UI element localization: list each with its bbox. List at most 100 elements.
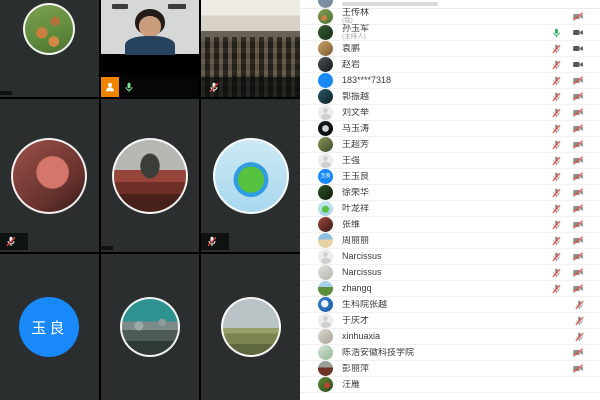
camera-toggle[interactable] xyxy=(571,363,585,374)
mic-toggle[interactable] xyxy=(574,331,585,343)
participant-name: 王玉良 xyxy=(342,172,551,181)
participant-row[interactable]: 周丽丽 xyxy=(300,233,600,249)
participant-status-icons xyxy=(551,203,585,215)
camera-off-icon xyxy=(571,267,585,278)
mic-muted-icon xyxy=(208,81,220,94)
mic-toggle[interactable] xyxy=(551,27,562,39)
camera-toggle[interactable] xyxy=(571,283,585,294)
participant-row[interactable]: 王超芳 xyxy=(300,137,600,153)
camera-toggle[interactable] xyxy=(571,43,585,54)
camera-toggle[interactable] xyxy=(571,171,585,182)
camera-toggle[interactable] xyxy=(571,347,585,358)
participant-status-icons xyxy=(551,171,585,183)
participant-status-icons xyxy=(574,299,585,311)
video-tile[interactable] xyxy=(101,254,200,400)
participant-list[interactable]: 王传林(我) 孙玉军(主持人) 袁鹏 赵岩 183****7318 xyxy=(300,0,600,400)
participant-name: 183****7318 xyxy=(342,76,551,85)
participant-row[interactable]: Narcissus xyxy=(300,265,600,281)
video-tile[interactable] xyxy=(0,99,99,252)
camera-toggle[interactable] xyxy=(571,107,585,118)
video-tile[interactable] xyxy=(201,254,300,400)
participant-row[interactable]: 刘文举 xyxy=(300,105,600,121)
participant-avatar xyxy=(318,313,333,328)
camera-toggle[interactable] xyxy=(571,235,585,246)
mic-toggle[interactable] xyxy=(551,267,562,279)
camera-toggle[interactable] xyxy=(571,139,585,150)
participant-status-icons xyxy=(551,27,585,39)
camera-toggle[interactable] xyxy=(571,155,585,166)
mic-toggle[interactable] xyxy=(574,299,585,311)
participant-name: 徐荣华 xyxy=(342,188,551,197)
mic-toggle[interactable] xyxy=(551,59,562,71)
participant-row[interactable]: 袁鹏 xyxy=(300,41,600,57)
camera-off-icon xyxy=(571,347,585,358)
mic-toggle[interactable] xyxy=(551,43,562,55)
mic-toggle[interactable] xyxy=(551,75,562,87)
tile-avatar xyxy=(120,297,180,357)
participant-row[interactable]: 马玉涛 xyxy=(300,121,600,137)
camera-toggle[interactable] xyxy=(571,219,585,230)
participant-row[interactable]: 183****7318 xyxy=(300,73,600,89)
mic-toggle[interactable] xyxy=(551,203,562,215)
camera-toggle[interactable] xyxy=(571,123,585,134)
mic-muted-icon xyxy=(5,235,17,248)
participant-row[interactable]: 王传林(我) xyxy=(300,9,600,25)
mic-toggle[interactable] xyxy=(551,107,562,119)
mic-toggle[interactable] xyxy=(551,283,562,295)
mic-toggle[interactable] xyxy=(551,187,562,199)
camera-toggle[interactable] xyxy=(571,187,585,198)
participant-row[interactable]: 于庆才 xyxy=(300,313,600,329)
mic-muted-icon xyxy=(551,91,562,103)
camera-toggle[interactable] xyxy=(571,91,585,102)
participant-row[interactable]: 徐荣华 xyxy=(300,185,600,201)
mic-toggle[interactable] xyxy=(551,155,562,167)
mic-toggle[interactable] xyxy=(551,235,562,247)
camera-toggle[interactable] xyxy=(571,11,585,22)
mic-toggle[interactable] xyxy=(551,171,562,183)
video-tile[interactable] xyxy=(101,0,200,97)
tile-name-label xyxy=(101,77,200,97)
mic-toggle[interactable] xyxy=(551,251,562,263)
participant-row[interactable]: 赵岩 xyxy=(300,57,600,73)
participant-name: 赵岩 xyxy=(342,60,551,69)
video-grid: 玉良 xyxy=(0,0,300,400)
participant-row[interactable]: 玉良王玉良 xyxy=(300,169,600,185)
camera-toggle[interactable] xyxy=(571,27,585,38)
participant-row[interactable]: 孙玉军(主持人) xyxy=(300,25,600,41)
participant-row[interactable]: 王强 xyxy=(300,153,600,169)
participant-row[interactable]: 生科院张越 xyxy=(300,297,600,313)
participant-name: 王超芳 xyxy=(342,140,551,149)
camera-toggle[interactable] xyxy=(571,267,585,278)
participant-row[interactable]: 汪雁 xyxy=(300,377,600,393)
video-tile[interactable] xyxy=(201,0,300,97)
mic-toggle[interactable] xyxy=(551,91,562,103)
camera-toggle[interactable] xyxy=(571,59,585,70)
camera-off-icon xyxy=(571,219,585,230)
participant-row[interactable]: 叶龙祥 xyxy=(300,201,600,217)
tile-avatar xyxy=(213,138,289,214)
participant-avatar xyxy=(318,9,333,24)
participant-row[interactable]: 彭丽萍 xyxy=(300,361,600,377)
participant-row[interactable]: zhangq xyxy=(300,281,600,297)
video-tile[interactable] xyxy=(201,99,300,252)
participant-row[interactable]: Narcissus xyxy=(300,249,600,265)
camera-off-icon xyxy=(571,283,585,294)
participant-row[interactable]: 张维 xyxy=(300,217,600,233)
mic-muted-icon xyxy=(551,283,562,295)
mic-toggle[interactable] xyxy=(551,123,562,135)
camera-toggle[interactable] xyxy=(571,75,585,86)
camera-off-icon xyxy=(571,123,585,134)
camera-toggle[interactable] xyxy=(571,251,585,262)
video-tile[interactable] xyxy=(0,0,99,97)
mic-toggle[interactable] xyxy=(551,139,562,151)
participant-row[interactable]: xinhuaxia xyxy=(300,329,600,345)
camera-toggle[interactable] xyxy=(571,203,585,214)
participant-row[interactable]: 郭振越 xyxy=(300,89,600,105)
mic-toggle[interactable] xyxy=(551,219,562,231)
mic-toggle[interactable] xyxy=(574,315,585,327)
video-tile[interactable] xyxy=(101,99,200,252)
mic-muted-icon xyxy=(574,331,585,343)
video-tile[interactable]: 玉良 xyxy=(0,254,99,400)
participant-row[interactable]: 陈浩安徽科技学院 xyxy=(300,345,600,361)
participant-avatar xyxy=(318,89,333,104)
